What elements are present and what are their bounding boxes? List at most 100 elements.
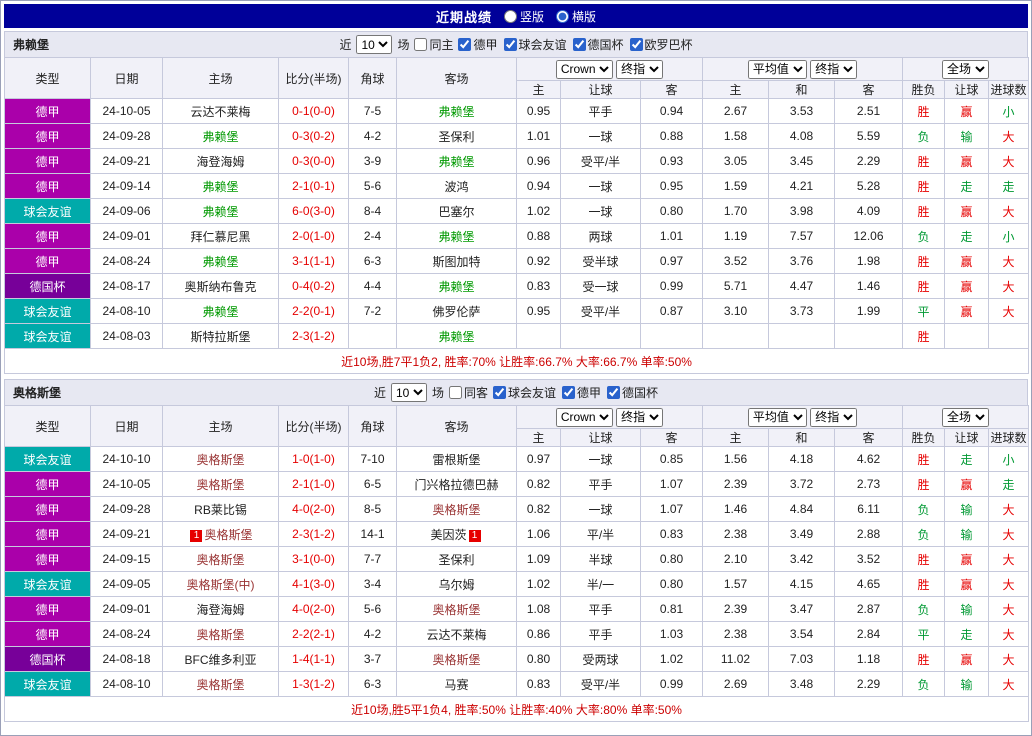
match-date: 24-09-28 [90, 496, 163, 522]
league-filter-checkbox[interactable] [572, 38, 586, 51]
result-handicap: 走 [944, 621, 990, 647]
odds-provider-select[interactable]: Crown [555, 407, 613, 427]
team-name-cell[interactable]: 奥格斯堡 [162, 621, 279, 647]
team-name-cell[interactable]: 雷根斯堡 [396, 446, 517, 472]
team-name-cell[interactable]: 巴塞尔 [396, 198, 517, 224]
odds-stage-select[interactable]: 终指 [616, 59, 664, 79]
team-name: 弗赖堡 [438, 279, 475, 294]
subcol-avg-draw: 和 [768, 80, 835, 99]
scope-select[interactable]: 全场 [942, 407, 990, 427]
team-name-cell[interactable]: 海登海姆 [162, 596, 279, 622]
team-name-cell[interactable]: 美因茨 1 [396, 521, 517, 547]
team-name: 斯特拉斯堡 [190, 329, 251, 344]
team-name-cell[interactable]: BFC维多利亚 [162, 646, 279, 672]
horizontal-layout-radio[interactable] [556, 9, 569, 23]
result-outcome: 负 [902, 521, 946, 547]
section-team-title: 弗赖堡 [13, 38, 50, 52]
team-section-augsburg: 奥格斯堡 近 10 场 同客 球会友谊 德甲 德国杯 类型 日期 主场 比分(半场)… [3, 379, 1030, 722]
team-name-cell[interactable]: 弗赖堡 [396, 223, 517, 249]
odds-provider-select[interactable]: Crown [555, 59, 613, 79]
scope-select[interactable]: 全场 [942, 59, 990, 79]
odds-home: 1.08 [516, 596, 561, 622]
team-name-cell[interactable]: 弗赖堡 [396, 273, 517, 299]
league-filter-德国杯[interactable]: 德国杯 [572, 36, 624, 53]
avg-select[interactable]: 平均值 [747, 407, 807, 427]
team-name-cell[interactable]: 弗赖堡 [162, 123, 279, 149]
odds-handicap: 受半球 [560, 248, 641, 274]
league-filter-德甲[interactable]: 德甲 [562, 384, 601, 401]
team-name-cell[interactable]: 拜仁慕尼黑 [162, 223, 279, 249]
result-handicap: 输 [944, 596, 990, 622]
team-name-cell[interactable]: 弗赖堡 [162, 248, 279, 274]
team-name-cell[interactable]: 奥格斯堡 [396, 496, 517, 522]
team-name-cell[interactable]: 弗赖堡 [162, 173, 279, 199]
team-name-cell[interactable]: 奥格斯堡 [396, 646, 517, 672]
layout-option-horizontal[interactable]: 横版 [556, 8, 596, 25]
avg-stage-select[interactable]: 终指 [810, 407, 858, 427]
same-venue-checkbox[interactable] [448, 386, 462, 399]
odds-away: 0.80 [640, 546, 703, 572]
score-cell: 0-3(0-2) [278, 123, 349, 149]
team-name-cell[interactable]: 弗赖堡 [396, 98, 517, 124]
team-name-cell[interactable]: 1 奥格斯堡 [162, 521, 279, 547]
recent-count-select[interactable]: 10 [356, 35, 393, 54]
match-row: 球会友谊 24-08-10 弗赖堡 2-2(0-1) 7-2 佛罗伦萨 0.95 受平/半 0.… [4, 298, 1030, 324]
corners-cell: 7-2 [348, 298, 397, 324]
team-name-cell[interactable]: 奥格斯堡 [162, 671, 279, 697]
team-name-cell[interactable]: 波鸿 [396, 173, 517, 199]
league-filter-德国杯[interactable]: 德国杯 [607, 384, 658, 401]
team-name-cell[interactable]: 云达不莱梅 [396, 621, 517, 647]
team-name-cell[interactable]: 弗赖堡 [396, 148, 517, 174]
team-name-cell[interactable]: 奥格斯堡(中) [162, 571, 279, 597]
avg-draw: 4.84 [768, 496, 835, 522]
league-filter-checkbox[interactable] [607, 386, 621, 399]
team-name-cell[interactable]: 奥格斯堡 [162, 546, 279, 572]
avg-stage-select[interactable]: 终指 [810, 59, 858, 79]
team-name-cell[interactable]: 奥格斯堡 [162, 471, 279, 497]
league-filter-checkbox[interactable] [503, 38, 517, 51]
same-venue-filter[interactable]: 同客 [448, 384, 488, 401]
team-name-cell[interactable]: 马赛 [396, 671, 517, 697]
avg-draw: 3.48 [768, 671, 835, 697]
team-name: 弗赖堡 [202, 129, 239, 144]
recent-count-select[interactable]: 10 [390, 383, 427, 402]
team-name-cell[interactable]: 云达不莱梅 [162, 98, 279, 124]
match-date: 24-09-06 [90, 198, 163, 224]
team-name-cell[interactable]: 乌尔姆 [396, 571, 517, 597]
league-filter-球会友谊[interactable]: 球会友谊 [503, 36, 567, 53]
team-name-cell[interactable]: 门兴格拉德巴赫 [396, 471, 517, 497]
team-name-cell[interactable]: 佛罗伦萨 [396, 298, 517, 324]
same-venue-filter[interactable]: 同主 [414, 36, 453, 53]
team-name-cell[interactable]: 弗赖堡 [396, 323, 517, 349]
team-name-cell[interactable]: RB莱比锡 [162, 496, 279, 522]
team-name-cell[interactable]: 弗赖堡 [162, 198, 279, 224]
avg-away: 5.59 [833, 123, 904, 149]
team-name-cell[interactable]: 斯图加特 [396, 248, 517, 274]
league-filter-德甲[interactable]: 德甲 [458, 36, 498, 53]
team-name-cell[interactable]: 斯特拉斯堡 [162, 323, 279, 349]
league-filter-欧罗巴杯[interactable]: 欧罗巴杯 [629, 36, 693, 53]
avg-draw: 3.98 [768, 198, 835, 224]
layout-option-vertical[interactable]: 竖版 [503, 8, 544, 25]
league-filter-checkbox[interactable] [458, 38, 472, 51]
league-filter-checkbox[interactable] [493, 386, 506, 399]
team-name: 奥格斯堡 [196, 552, 245, 567]
team-name-cell[interactable]: 弗赖堡 [162, 298, 279, 324]
corners-cell: 6-5 [348, 471, 397, 497]
team-name-cell[interactable]: 奥格斯堡 [162, 446, 279, 472]
league-filter-checkbox[interactable] [562, 386, 576, 399]
same-venue-checkbox[interactable] [414, 38, 428, 51]
league-filter-球会友谊[interactable]: 球会友谊 [493, 384, 556, 401]
match-row: 德甲 24-09-01 海登海姆 4-0(2-0) 5-6 奥格斯堡 1.08 平手 0.81 2… [4, 596, 1030, 622]
team-name-cell[interactable]: 奥格斯堡 [396, 596, 517, 622]
team-name-cell[interactable]: 海登海姆 [162, 148, 279, 174]
avg-select[interactable]: 平均值 [747, 59, 807, 79]
avg-away: 12.06 [833, 223, 904, 249]
odds-stage-select[interactable]: 终指 [616, 407, 664, 427]
odds-away: 0.99 [640, 671, 703, 697]
team-name-cell[interactable]: 圣保利 [396, 123, 517, 149]
league-filter-checkbox[interactable] [629, 38, 643, 51]
team-name-cell[interactable]: 奥斯纳布鲁克 [162, 273, 279, 299]
team-name-cell[interactable]: 圣保利 [396, 546, 517, 572]
vertical-layout-radio[interactable] [503, 9, 517, 23]
